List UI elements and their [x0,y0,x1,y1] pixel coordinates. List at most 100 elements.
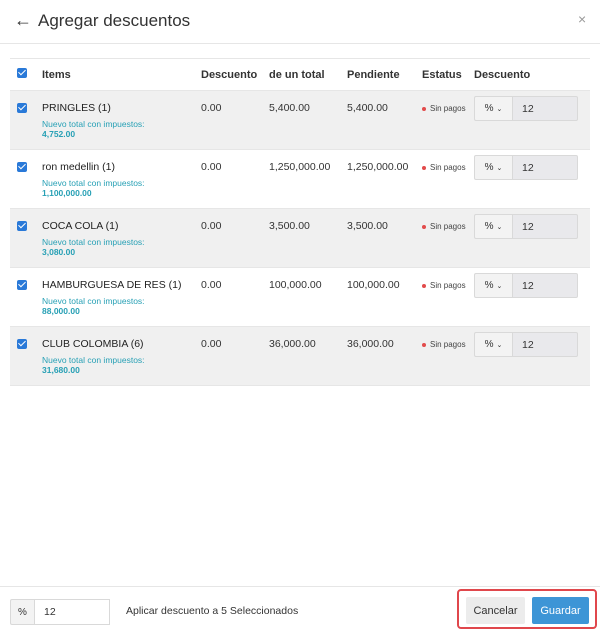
save-button[interactable]: Guardar [532,597,589,624]
dialog-title: Agregar descuentos [38,11,191,30]
status-text: Sin pagos [430,222,466,231]
status-dot-icon [422,106,426,111]
item-name: PRINGLES (1) [42,102,111,114]
item-name: CLUB COLOMBIA (6) [42,338,144,350]
row-checkbox[interactable] [17,221,27,231]
discount-input-group: % ⌄ 12 [474,332,578,357]
status-badge: Sin pagos [422,163,466,172]
discount-unit-select[interactable]: % ⌄ [474,332,512,357]
discount-input-group: % ⌄ 12 [474,96,578,121]
total-amount: 1,250,000.00 [269,149,347,209]
discount-amount: 0.00 [201,149,269,209]
status-cell: Sin pagos [422,267,474,327]
pending-amount: 1,250,000.00 [347,149,422,209]
arrow-left-icon[interactable]: ← [14,10,32,30]
close-icon[interactable]: × [578,11,586,27]
discount-unit-select[interactable]: % ⌄ [474,273,512,298]
discount-unit-select[interactable]: % ⌄ [474,214,512,239]
row-checkbox[interactable] [17,280,27,290]
total-amount: 100,000.00 [269,267,347,327]
table-row: ron medellin (1) Nuevo total con impuesto… [10,149,590,209]
discount-unit-select[interactable]: % ⌄ [474,96,512,121]
table-header-row: Items Descuento de un total Pendiente Es… [10,58,590,91]
status-dot-icon [422,224,426,229]
bulk-discount-unit[interactable]: % [10,599,34,625]
discount-input-cell: % ⌄ 12 [474,326,590,386]
table-body: PRINGLES (1) Nuevo total con impuestos: 4,… [10,90,590,386]
chevron-down-icon: ⌄ [496,164,503,172]
discount-input-cell: % ⌄ 12 [474,208,590,268]
cancel-button[interactable]: Cancelar [466,597,525,624]
item-cell: COCA COLA (1) Nuevo total con impuestos: 3… [42,208,201,268]
status-dot-icon [422,165,426,170]
chevron-down-icon: ⌄ [496,282,503,290]
table-row: CLUB COLOMBIA (6) Nuevo total con impuest… [10,326,590,386]
discount-unit-label: % [484,280,494,291]
item-name: ron medellin (1) [42,161,115,173]
status-text: Sin pagos [430,104,466,113]
discount-value-input[interactable]: 12 [512,96,578,121]
chevron-down-icon: ⌄ [496,341,503,349]
column-header-total: de un total [269,58,347,91]
status-badge: Sin pagos [422,281,466,290]
status-dot-icon [422,342,426,347]
discount-input-cell: % ⌄ 12 [474,90,590,150]
discount-value-input[interactable]: 12 [512,214,578,239]
dialog-header: ← Agregar descuentos × [0,0,600,44]
item-cell: HAMBURGUESA DE RES (1) Nuevo total con im… [42,267,201,327]
row-checkbox[interactable] [17,103,27,113]
discount-amount: 0.00 [201,208,269,268]
row-select-cell [10,267,42,327]
status-cell: Sin pagos [422,149,474,209]
status-text: Sin pagos [430,340,466,349]
column-header-discount-input: Descuento [474,58,590,91]
pending-amount: 3,500.00 [347,208,422,268]
discount-unit-label: % [484,103,494,114]
discount-input-cell: % ⌄ 12 [474,267,590,327]
row-select-cell [10,326,42,386]
table-row: PRINGLES (1) Nuevo total con impuestos: 4,… [10,90,590,150]
item-name: COCA COLA (1) [42,220,119,232]
table-row: COCA COLA (1) Nuevo total con impuestos: 3… [10,208,590,268]
status-text: Sin pagos [430,163,466,172]
apply-discount-label: Aplicar descuento a 5 Seleccionados [126,605,299,617]
discount-unit-select[interactable]: % ⌄ [474,155,512,180]
new-total-label: Nuevo total con impuestos: [42,237,145,247]
discount-amount: 0.00 [201,267,269,327]
discount-unit-label: % [484,162,494,173]
status-badge: Sin pagos [422,222,466,231]
discount-input-cell: % ⌄ 12 [474,149,590,209]
status-badge: Sin pagos [422,340,466,349]
status-cell: Sin pagos [422,326,474,386]
select-all-checkbox[interactable] [17,68,27,78]
chevron-down-icon: ⌄ [496,105,503,113]
discount-value-input[interactable]: 12 [512,273,578,298]
discount-input-group: % ⌄ 12 [474,273,578,298]
discount-value-input[interactable]: 12 [512,155,578,180]
column-header-pending: Pendiente [347,58,422,91]
chevron-down-icon: ⌄ [496,223,503,231]
new-total-label: Nuevo total con impuestos: [42,119,145,129]
discount-unit-label: % [484,339,494,350]
select-all-cell [10,58,42,91]
row-select-cell [10,149,42,209]
row-checkbox[interactable] [17,339,27,349]
bulk-discount-input[interactable] [34,599,110,625]
discount-value-input[interactable]: 12 [512,332,578,357]
column-header-discount: Descuento [201,58,269,91]
new-total-value: 3,080.00 [42,247,76,257]
status-cell: Sin pagos [422,90,474,150]
discount-amount: 0.00 [201,326,269,386]
total-amount: 5,400.00 [269,90,347,150]
discount-unit-label: % [484,221,494,232]
row-checkbox[interactable] [17,162,27,172]
pending-amount: 36,000.00 [347,326,422,386]
status-badge: Sin pagos [422,104,466,113]
new-total-value: 1,100,000.00 [42,188,92,198]
discount-items-table: Items Descuento de un total Pendiente Es… [10,58,590,386]
pending-amount: 100,000.00 [347,267,422,327]
column-header-items: Items [42,58,201,91]
discount-amount: 0.00 [201,90,269,150]
new-total-value: 88,000.00 [42,306,80,316]
discount-input-group: % ⌄ 12 [474,214,578,239]
